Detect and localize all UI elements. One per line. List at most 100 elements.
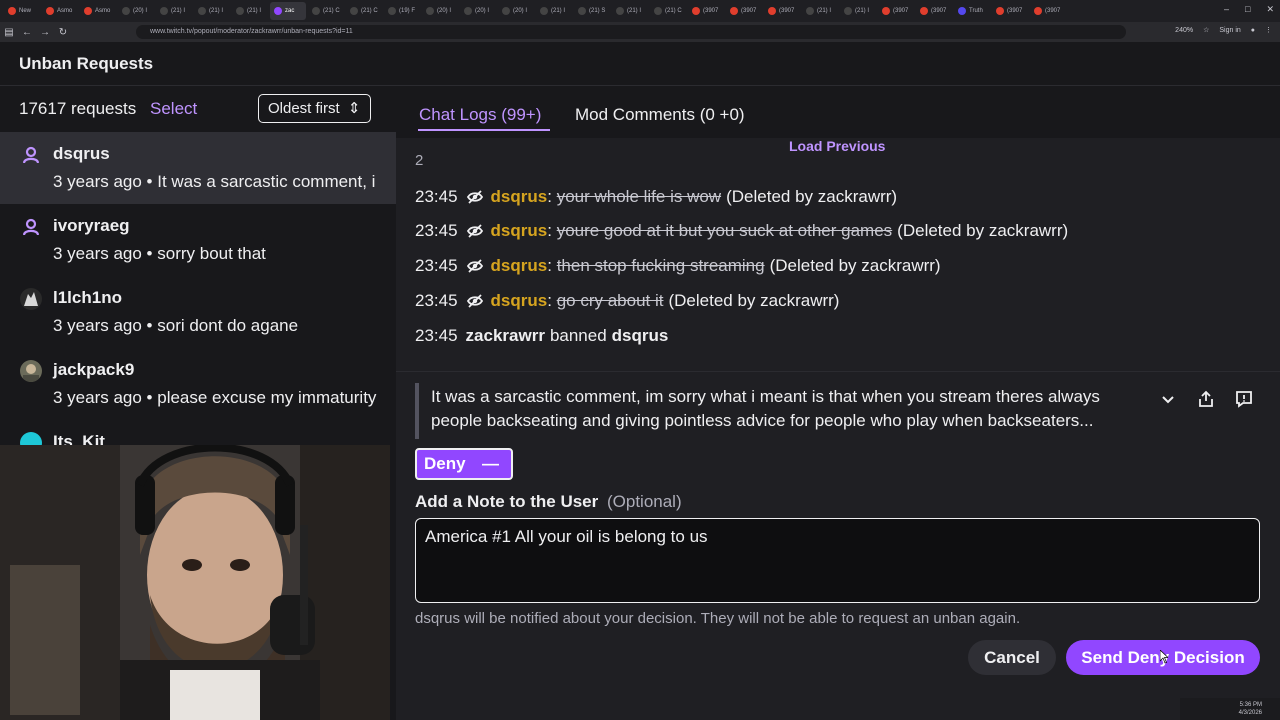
report-icon[interactable] — [1234, 389, 1254, 409]
browser-tab[interactable]: (21) C — [308, 2, 344, 20]
tab-label: New — [19, 8, 32, 14]
forward-icon[interactable]: → — [36, 27, 54, 38]
tab-chat-logs[interactable]: Chat Logs (99+) — [419, 105, 541, 125]
chat-username[interactable]: dsqrus — [491, 221, 548, 241]
select-link[interactable]: Select — [150, 99, 197, 119]
tab-label: (3907 — [1045, 8, 1061, 14]
minimize-icon[interactable]: – — [1224, 4, 1229, 15]
sort-chevron-icon: ⇕ — [347, 100, 361, 117]
address-bar[interactable]: www.twitch.tv/popout/moderator/zackrawrr… — [136, 25, 1126, 39]
app-header: Unban Requests — [0, 42, 1280, 86]
tab-mod-comments[interactable]: Mod Comments (0 +0) — [575, 105, 745, 125]
back-icon[interactable]: ← — [18, 27, 36, 38]
browser-tab[interactable]: (20) I — [118, 2, 154, 20]
tab-favicon-icon — [958, 7, 966, 15]
request-message: It was a sarcastic comment, im sorry wha… — [431, 387, 1100, 430]
note-input[interactable] — [415, 518, 1260, 603]
chat-log-line: 23:45 dsqrus: go cry about it (Deleted b… — [415, 291, 840, 311]
share-icon[interactable] — [1196, 389, 1216, 409]
log-time: 23:45 — [415, 291, 458, 310]
browser-tab[interactable]: (3907 — [1030, 2, 1066, 20]
window-controls: – □ ✕ — [1224, 4, 1274, 15]
chat-username[interactable]: dsqrus — [491, 291, 548, 311]
browser-tab[interactable]: (3907 — [878, 2, 914, 20]
request-item[interactable]: dsqrus 3 years ago • It was a sarcastic … — [0, 132, 396, 204]
browser-tab[interactable]: (3907 — [916, 2, 952, 20]
browser-tab[interactable]: (21) I — [156, 2, 192, 20]
browser-tab[interactable]: (21) I — [536, 2, 572, 20]
request-preview: 3 years ago • sorry bout that — [53, 244, 266, 263]
tab-favicon-icon — [1034, 7, 1042, 15]
reload-icon[interactable]: ↻ — [54, 27, 72, 38]
tab-favicon-icon — [768, 7, 776, 15]
browser-tab[interactable]: (21) C — [346, 2, 382, 20]
chevron-down-icon[interactable] — [1158, 389, 1178, 409]
cancel-button[interactable]: Cancel — [968, 640, 1056, 675]
browser-tab[interactable]: (3907 — [688, 2, 724, 20]
request-username: ivoryraeg — [53, 216, 130, 235]
browser-tab[interactable]: (21) I — [802, 2, 838, 20]
browser-tab[interactable]: (21) S — [574, 2, 610, 20]
sidebar-icon[interactable]: ▤ — [0, 27, 18, 38]
chat-log: 2 23:45 dsqrus: your whole life is wow (… — [396, 152, 1280, 364]
sort-dropdown[interactable]: Oldest first ⇕ — [258, 94, 371, 123]
browser-tab[interactable]: (21) I — [232, 2, 268, 20]
deny-decision-pill[interactable]: Deny — — [415, 448, 513, 480]
log-time: 23:45 — [415, 326, 458, 345]
sign-in-button[interactable]: Sign in — [1219, 27, 1240, 34]
tab-label: (20) I — [513, 8, 528, 14]
zoom-level[interactable]: 240% — [1175, 27, 1193, 34]
browser-tab[interactable]: (21) I — [612, 2, 648, 20]
browser-tab[interactable]: (20) I — [460, 2, 496, 20]
load-previous-button[interactable]: Load Previous — [789, 138, 885, 154]
tab-favicon-icon — [996, 7, 1004, 15]
deleted-message: your whole life is wow — [556, 187, 722, 206]
deleted-message: youre good at it but you suck at other g… — [556, 221, 893, 240]
browser-tab[interactable]: Asmo — [42, 2, 78, 20]
browser-tab[interactable]: (21) I — [840, 2, 876, 20]
tab-label: (21) C — [665, 8, 682, 14]
request-item[interactable]: l1lch1no 3 years ago • sori dont do agan… — [0, 276, 396, 348]
tab-favicon-icon — [388, 7, 396, 15]
tab-favicon-icon — [198, 7, 206, 15]
chat-username[interactable]: dsqrus — [491, 187, 548, 207]
request-detail-panel: Chat Logs (99+) Mod Comments (0 +0) Load… — [396, 86, 1280, 720]
request-preview: 3 years ago • please excuse my immaturit… — [53, 388, 377, 407]
browser-tab[interactable]: (21) I — [194, 2, 230, 20]
minus-icon[interactable]: — — [482, 454, 499, 474]
menu-icon[interactable]: ⋮ — [1265, 26, 1272, 34]
browser-tab[interactable]: (3907 — [992, 2, 1028, 20]
deny-label: Deny — [424, 454, 466, 473]
browser-tab[interactable]: (21) C — [650, 2, 686, 20]
chat-username[interactable]: dsqrus — [491, 256, 548, 276]
browser-tab[interactable]: Asmo — [80, 2, 116, 20]
tab-label: (21) C — [323, 8, 340, 14]
tab-favicon-icon — [160, 7, 168, 15]
request-item[interactable]: ivoryraeg 3 years ago • sorry bout that — [0, 204, 396, 276]
tab-favicon-icon — [236, 7, 244, 15]
tab-label: (3907 — [893, 8, 909, 14]
close-icon[interactable]: ✕ — [1266, 4, 1274, 15]
browser-tab[interactable]: (19) F — [384, 2, 420, 20]
maximize-icon[interactable]: □ — [1245, 4, 1250, 15]
browser-tab[interactable]: (3907 — [726, 2, 762, 20]
clock-time: 5:36 PM — [1239, 702, 1262, 708]
moderator-name[interactable]: zackrawrr — [466, 326, 545, 346]
browser-tab[interactable]: New — [4, 2, 40, 20]
browser-tab[interactable]: zac — [270, 2, 306, 20]
browser-tab[interactable]: (20) I — [422, 2, 458, 20]
request-item[interactable]: jackpack9 3 years ago • please excuse my… — [0, 348, 396, 420]
extensions-icon[interactable]: ● — [1251, 27, 1255, 34]
banned-user[interactable]: dsqrus — [612, 326, 669, 346]
deleted-by-note: (Deleted by zackrawrr) — [897, 221, 1069, 240]
tab-label: (3907 — [703, 8, 719, 14]
tab-favicon-icon — [312, 7, 320, 15]
tab-label: (21) I — [855, 8, 870, 14]
browser-tab[interactable]: (3907 — [764, 2, 800, 20]
browser-tab[interactable]: Truth — [954, 2, 990, 20]
star-icon[interactable]: ☆ — [1203, 26, 1209, 34]
log-time: 23:45 — [415, 187, 458, 206]
chat-log-line: 23:45 dsqrus: then stop fucking streamin… — [415, 256, 941, 276]
browser-tab[interactable]: (20) I — [498, 2, 534, 20]
request-preview: 3 years ago • It was a sarcastic comment… — [53, 172, 376, 191]
